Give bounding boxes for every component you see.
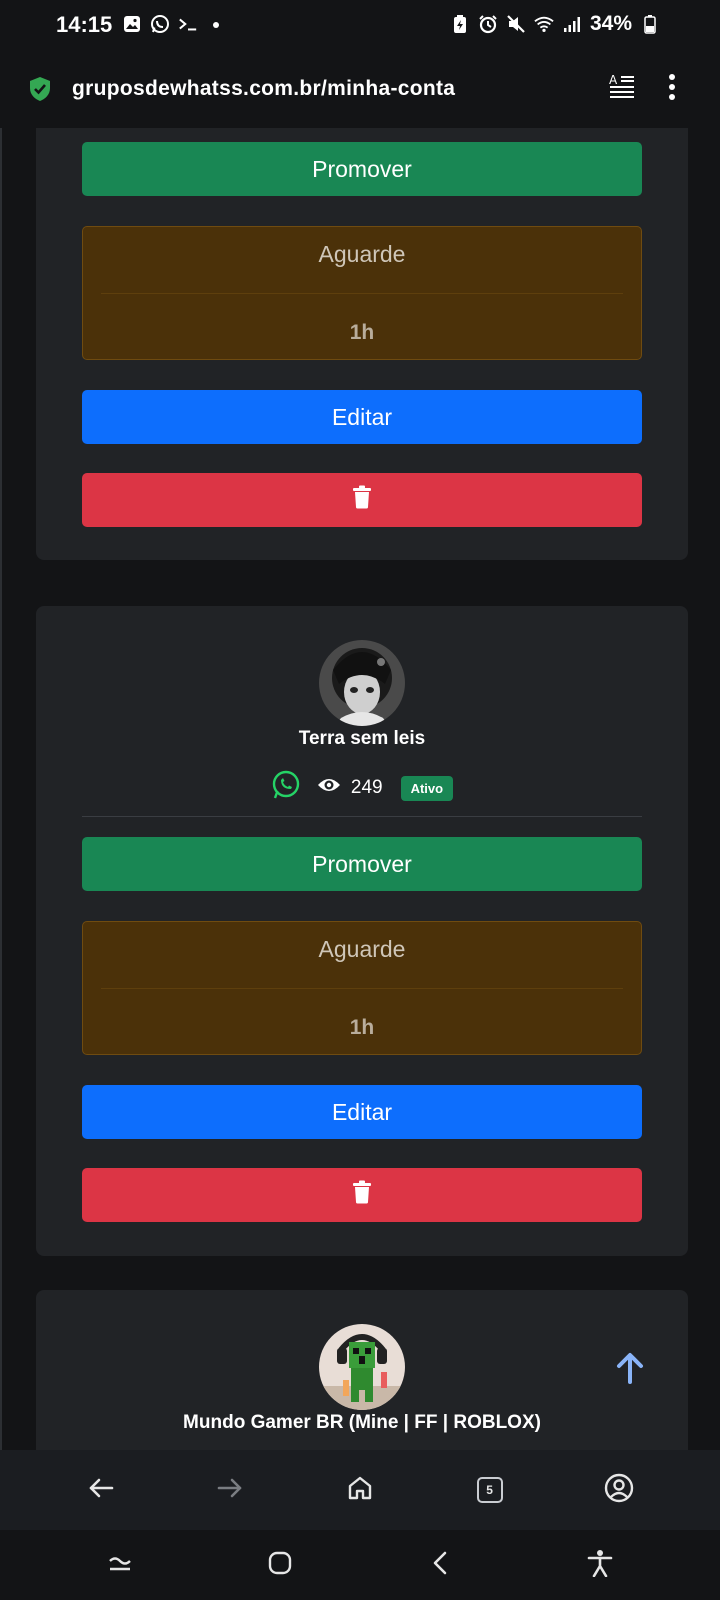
system-status-icons: 34% [450, 12, 660, 36]
home-circle-icon [267, 1550, 293, 1581]
back-button[interactable] [79, 1468, 123, 1512]
accessibility-button[interactable] [578, 1543, 622, 1587]
account-button[interactable] [597, 1468, 641, 1512]
system-back-button[interactable] [418, 1543, 462, 1587]
recents-icon [107, 1552, 133, 1579]
group-card: Terra sem leis 249 Ativo Promover Aguard… [36, 606, 688, 1256]
alarm-icon [478, 14, 498, 34]
whatsapp-icon[interactable] [271, 770, 301, 806]
wifi-icon [534, 14, 554, 34]
battery-saver-icon [450, 14, 470, 34]
status-bar: 14:15 34% [0, 0, 720, 52]
promote-button-label: Promover [312, 850, 412, 877]
edit-button[interactable]: Editar [82, 1085, 642, 1139]
group-name: Mundo Gamer BR (Mine | FF | ROBLOX) [183, 1412, 541, 1433]
delete-button[interactable] [82, 473, 642, 527]
wait-time: 1h [349, 1016, 375, 1039]
edit-button[interactable]: Editar [82, 390, 642, 444]
shield-check-icon[interactable] [28, 76, 52, 107]
status-badge: Ativo [400, 775, 454, 801]
url-text[interactable]: gruposdewhatss.com.br/minha-conta [72, 77, 455, 101]
url-bar[interactable]: gruposdewhatss.com.br/minha-conta A [0, 52, 720, 128]
dot-icon [206, 14, 226, 34]
accessibility-icon [587, 1549, 613, 1582]
home-icon [347, 1475, 373, 1506]
page-content[interactable]: Promover Aguarde 1h Editar Terra sem lei… [0, 128, 720, 1450]
group-avatar [319, 640, 405, 726]
forward-arrow-icon [217, 1477, 243, 1504]
wait-box: Aguarde 1h [82, 921, 642, 1055]
image-icon [122, 14, 142, 34]
recents-button[interactable] [98, 1543, 142, 1587]
back-chevron-icon [431, 1550, 449, 1581]
svg-text:A: A [609, 73, 618, 87]
eye-icon [317, 777, 341, 799]
reader-mode-icon[interactable]: A [608, 72, 636, 105]
edit-button-label: Editar [331, 403, 393, 430]
wait-divider [101, 988, 623, 989]
battery-percent: 34% [589, 12, 632, 35]
tabs-button[interactable]: 5 [468, 1468, 512, 1512]
wait-title: Aguarde [318, 936, 406, 962]
terminal-icon [178, 14, 198, 34]
account-icon [604, 1473, 634, 1508]
card-divider [82, 816, 642, 817]
back-arrow-icon [88, 1477, 114, 1504]
notification-icons [122, 14, 226, 34]
system-home-button[interactable] [258, 1543, 302, 1587]
wait-box: Aguarde 1h [82, 226, 642, 360]
group-meta: 249 Ativo [36, 770, 688, 806]
scroll-to-top-button[interactable] [612, 1350, 648, 1386]
group-name: Terra sem leis [298, 728, 426, 749]
wait-title: Aguarde [318, 241, 406, 267]
browser-toolbar: 5 [0, 1450, 720, 1530]
tabs-icon: 5 [476, 1477, 503, 1503]
status-time: 14:15 [56, 12, 113, 37]
whatsapp-icon [150, 14, 170, 34]
promote-button[interactable]: Promover [82, 142, 642, 196]
arrow-up-icon [612, 1353, 648, 1390]
trash-icon [352, 1180, 372, 1210]
trash-icon [352, 485, 372, 515]
wait-divider [101, 293, 623, 294]
group-card: Promover Aguarde 1h Editar [36, 128, 688, 560]
promote-button-label: Promover [312, 155, 412, 182]
more-vertical-icon[interactable] [666, 72, 678, 107]
system-navigation-bar [0, 1530, 720, 1600]
view-count: 249 [350, 777, 383, 798]
group-card: Mundo Gamer BR (Mine | FF | ROBLOX) [36, 1290, 688, 1450]
promote-button[interactable]: Promover [82, 837, 642, 891]
mute-icon [506, 14, 526, 34]
battery-icon [640, 14, 660, 34]
signal-icon [562, 14, 582, 34]
group-avatar [319, 1324, 405, 1410]
edit-button-label: Editar [331, 1098, 393, 1125]
home-button[interactable] [338, 1468, 382, 1512]
forward-button[interactable] [208, 1468, 252, 1512]
wait-time: 1h [349, 321, 375, 344]
delete-button[interactable] [82, 1168, 642, 1222]
